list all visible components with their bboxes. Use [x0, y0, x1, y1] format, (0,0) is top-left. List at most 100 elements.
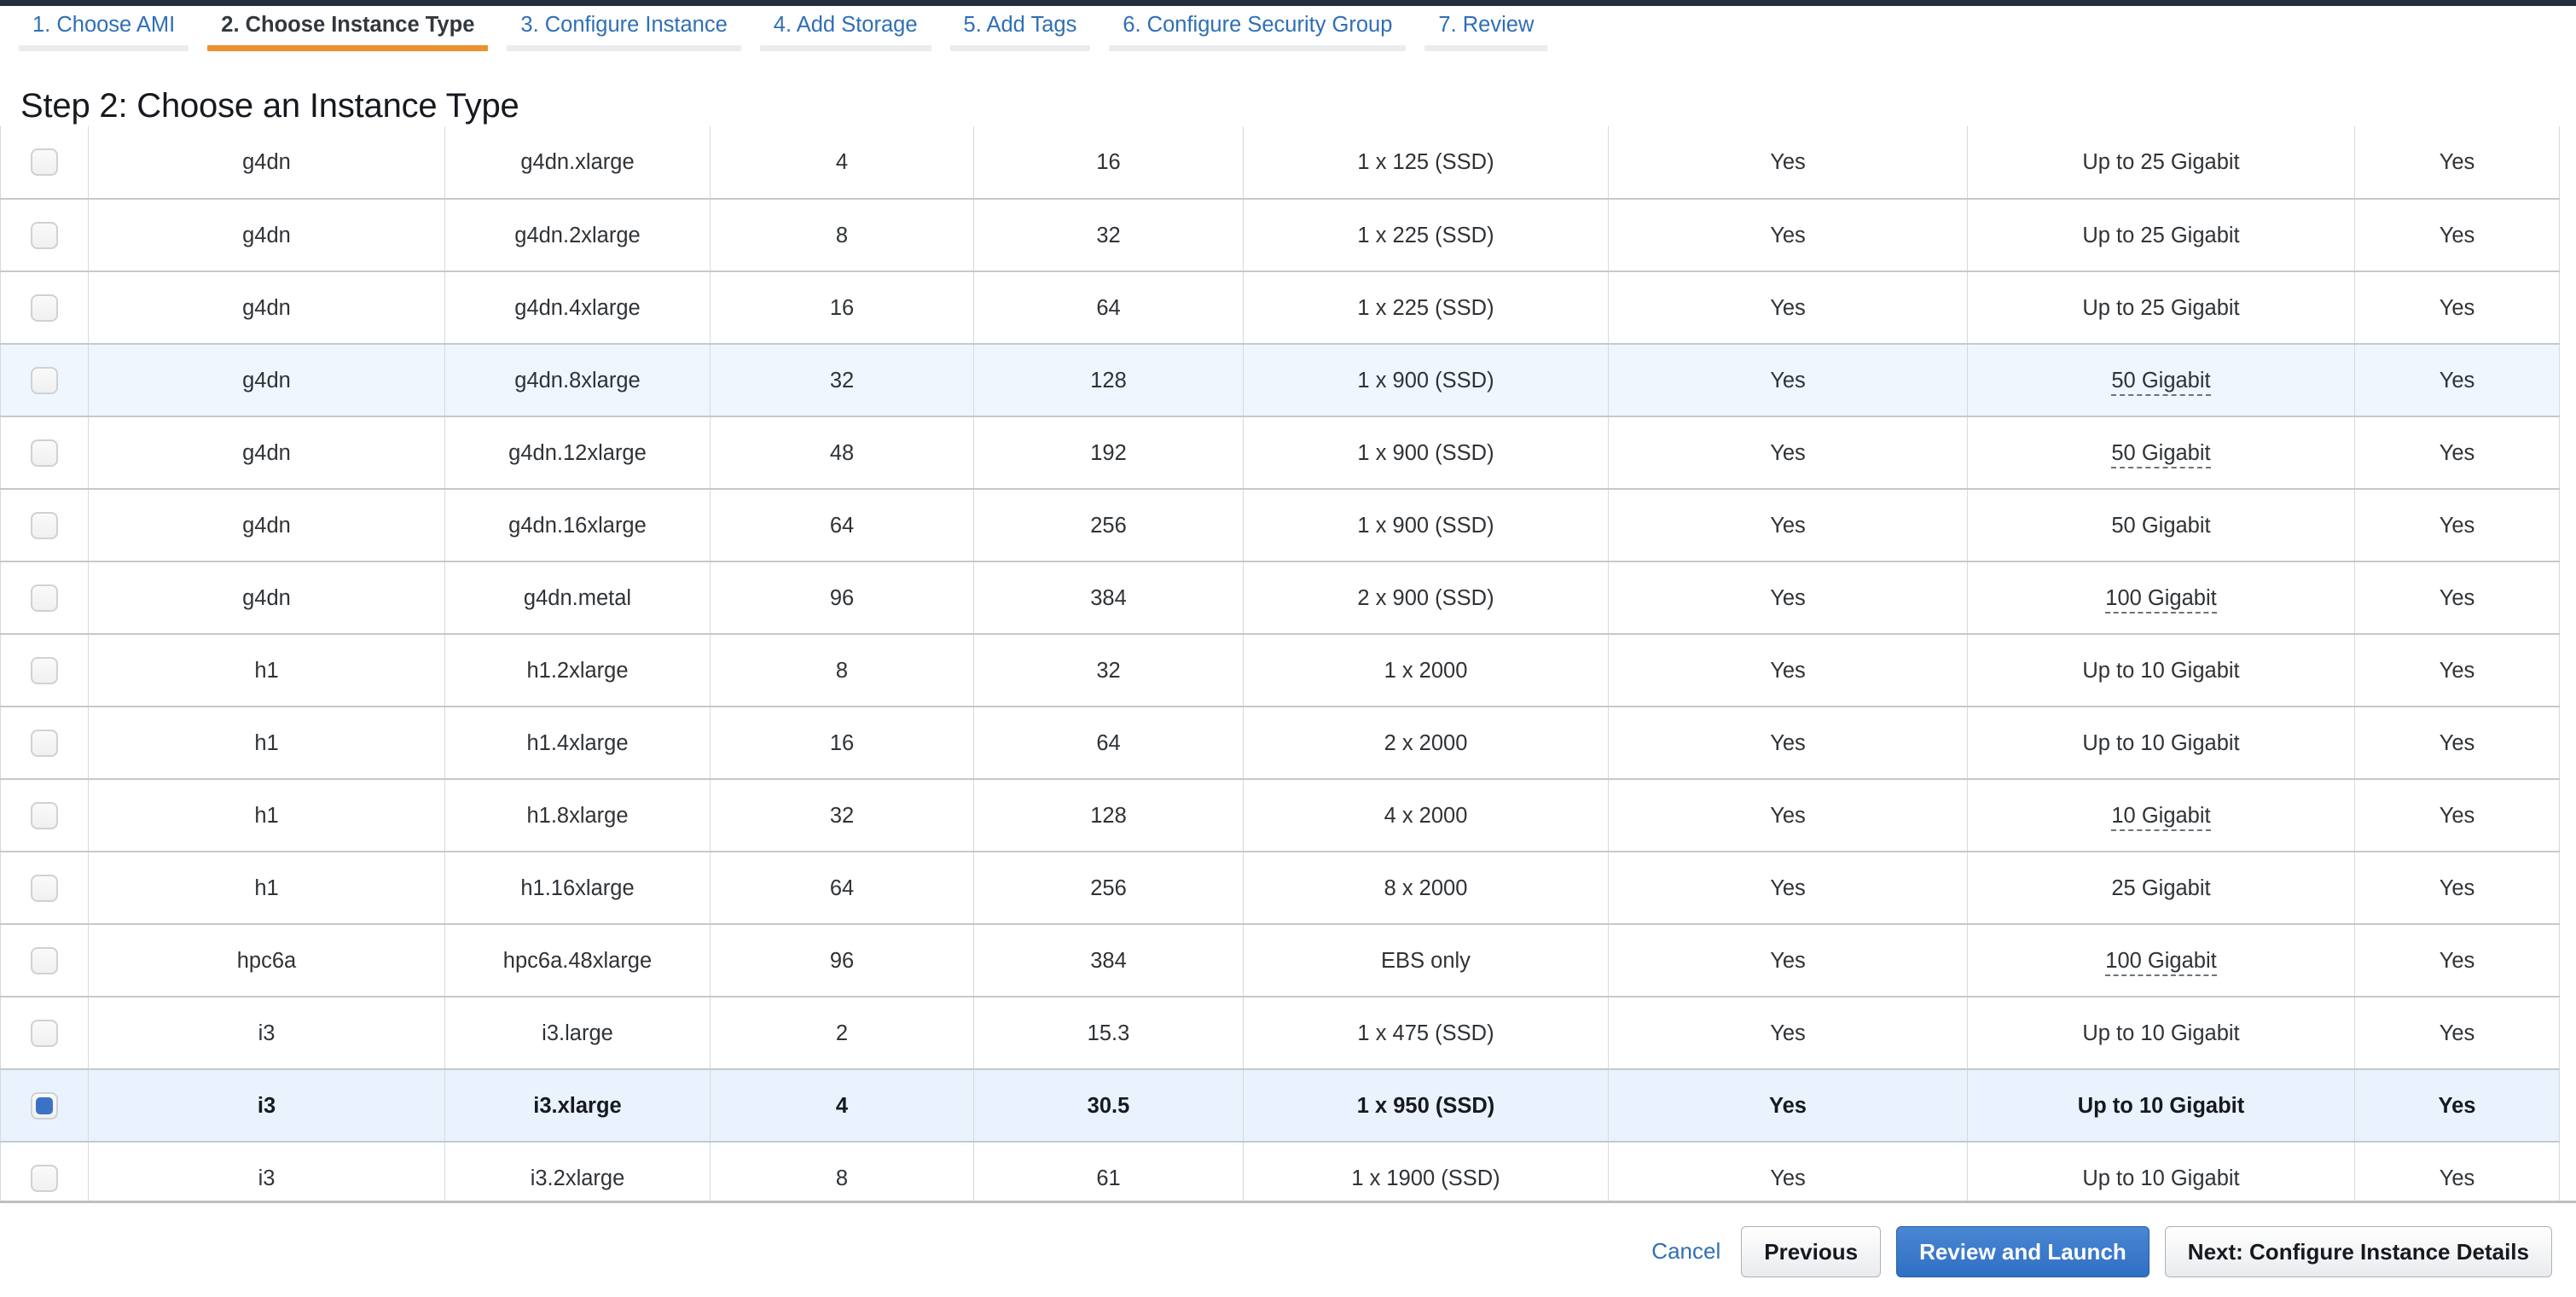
cell-ipv6-support: Yes — [2354, 199, 2560, 272]
cell-instance-storage: 1 x 900 (SSD) — [1243, 344, 1609, 417]
cell-network-performance: 100 Gigabit — [1967, 924, 2355, 997]
instance-type-radio[interactable] — [31, 511, 58, 539]
instance-type-radio[interactable] — [31, 874, 58, 902]
cell-network-performance: Up to 25 Gigabit — [1967, 199, 2355, 272]
cell-select[interactable] — [0, 271, 89, 345]
instance-type-radio[interactable] — [31, 439, 58, 467]
wizard-step-indicator — [1109, 45, 1407, 51]
cell-type: i3.2xlarge — [444, 1142, 711, 1201]
cell-instance-storage: 1 x 900 (SSD) — [1243, 416, 1609, 490]
cell-select[interactable] — [0, 126, 89, 200]
table-row[interactable]: h1 h1.4xlarge 16 64 2 x 2000 Yes Up to 10 Giga… — [0, 707, 2560, 780]
table-row[interactable]: g4dn g4dn.12xlarge 48 192 1 x 900 (SSD) Yes 50… — [0, 416, 2560, 490]
instance-type-radio[interactable] — [31, 366, 58, 394]
cell-type: h1.4xlarge — [444, 707, 711, 780]
instance-type-radio[interactable] — [31, 148, 58, 177]
cell-select[interactable] — [0, 1069, 89, 1143]
table-row[interactable]: hpc6a hpc6a.48xlarge 96 384 EBS only Yes 100 G… — [0, 924, 2560, 997]
instance-type-radio[interactable] — [31, 729, 58, 757]
instance-type-radio[interactable] — [31, 1164, 58, 1192]
table-row[interactable]: g4dn g4dn.4xlarge 16 64 1 x 225 (SSD) Yes Up t… — [0, 271, 2560, 345]
wizard-step-nav: 1. Choose AMI 2. Choose Instance Type 3. C… — [0, 6, 2576, 67]
cell-instance-storage: 1 x 225 (SSD) — [1243, 199, 1609, 272]
cell-family: g4dn — [88, 416, 445, 490]
cell-select[interactable] — [0, 561, 89, 635]
wizard-step-indicator — [19, 45, 189, 51]
cell-select[interactable] — [0, 707, 89, 780]
cell-type: g4dn.xlarge — [444, 126, 711, 200]
table-row[interactable]: i3 i3.xlarge 4 30.5 1 x 950 (SSD) Yes Up to 10… — [0, 1069, 2560, 1143]
network-performance-tooltip-text[interactable]: 100 Gigabit — [2105, 948, 2217, 976]
table-row[interactable]: h1 h1.2xlarge 8 32 1 x 2000 Yes Up to 10 Gigab… — [0, 634, 2560, 707]
instance-type-radio[interactable] — [31, 801, 58, 829]
table-row[interactable]: h1 h1.8xlarge 32 128 4 x 2000 Yes 10 Gigabit Ye… — [0, 779, 2560, 852]
instance-type-table-viewport[interactable]: g4dn g4dn.xlarge 4 16 1 x 125 (SSD) Yes Up to … — [0, 126, 2576, 1203]
network-performance-tooltip-text[interactable]: 100 Gigabit — [2105, 585, 2217, 614]
wizard-step-2[interactable]: 2. Choose Instance Type — [207, 6, 489, 51]
cell-select[interactable] — [0, 997, 89, 1070]
cancel-link[interactable]: Cancel — [1651, 1238, 1720, 1265]
cell-vcpus: 64 — [710, 852, 974, 925]
wizard-step-4[interactable]: 4. Add Storage — [759, 6, 931, 51]
instance-type-radio[interactable] — [31, 946, 58, 974]
cell-type: h1.8xlarge — [444, 779, 711, 852]
table-row[interactable]: g4dn g4dn.16xlarge 64 256 1 x 900 (SSD) Yes 50… — [0, 489, 2560, 562]
table-row[interactable]: g4dn g4dn.xlarge 4 16 1 x 125 (SSD) Yes Up to … — [0, 126, 2560, 200]
wizard-step-5[interactable]: 5. Add Tags — [949, 6, 1091, 51]
instance-type-radio[interactable] — [31, 656, 58, 684]
cell-ebs-optimized: Yes — [1608, 634, 1968, 707]
network-performance-tooltip-text[interactable]: 10 Gigabit — [2111, 803, 2211, 831]
cell-select[interactable] — [0, 852, 89, 925]
cell-ipv6-support: Yes — [2354, 1069, 2560, 1143]
cell-memory: 256 — [973, 852, 1244, 925]
cell-select[interactable] — [0, 199, 89, 272]
cell-ipv6-support: Yes — [2354, 344, 2560, 417]
instance-type-radio[interactable] — [31, 1091, 58, 1120]
cell-select[interactable] — [0, 634, 89, 707]
wizard-step-1[interactable]: 1. Choose AMI — [19, 6, 189, 51]
table-row[interactable]: g4dn g4dn.8xlarge 32 128 1 x 900 (SSD) Yes 50 … — [0, 344, 2560, 417]
cell-family: g4dn — [88, 126, 445, 200]
review-and-launch-button[interactable]: Review and Launch — [1896, 1225, 2150, 1277]
cell-select[interactable] — [0, 779, 89, 852]
table-row[interactable]: i3 i3.large 2 15.3 1 x 475 (SSD) Yes Up to 10 … — [0, 997, 2560, 1070]
wizard-step-7[interactable]: 7. Review — [1424, 6, 1548, 51]
instance-type-radio[interactable] — [31, 1019, 58, 1047]
wizard-step-label: 2. Choose Instance Type — [221, 13, 475, 37]
wizard-step-label: 5. Add Tags — [963, 13, 1077, 37]
network-performance-tooltip-text[interactable]: 50 Gigabit — [2111, 440, 2211, 468]
cell-network-performance: Up to 25 Gigabit — [1967, 271, 2355, 345]
instance-type-radio[interactable] — [31, 294, 58, 322]
instance-type-radio[interactable] — [31, 584, 58, 612]
cell-select[interactable] — [0, 416, 89, 490]
cell-family: hpc6a — [88, 924, 445, 997]
previous-button[interactable]: Previous — [1741, 1225, 1882, 1277]
table-row[interactable]: i3 i3.2xlarge 8 61 1 x 1900 (SSD) Yes Up to 10… — [0, 1142, 2560, 1201]
table-row[interactable]: g4dn g4dn.2xlarge 8 32 1 x 225 (SSD) Yes Up to… — [0, 199, 2560, 272]
table-row[interactable]: g4dn g4dn.metal 96 384 2 x 900 (SSD) Yes 100 G… — [0, 561, 2560, 635]
cell-select[interactable] — [0, 344, 89, 417]
wizard-step-6[interactable]: 6. Configure Security Group — [1109, 6, 1407, 51]
wizard-step-3[interactable]: 3. Configure Instance — [507, 6, 741, 51]
cell-network-performance: 25 Gigabit — [1967, 852, 2355, 925]
cell-select[interactable] — [0, 924, 89, 997]
cell-network-performance: Up to 10 Gigabit — [1967, 634, 2355, 707]
cell-vcpus: 2 — [710, 997, 974, 1070]
cell-select[interactable] — [0, 489, 89, 562]
cell-memory: 15.3 — [973, 997, 1244, 1070]
cell-family: h1 — [88, 707, 445, 780]
network-performance-tooltip-text[interactable]: 50 Gigabit — [2111, 368, 2211, 396]
cell-type: i3.xlarge — [444, 1069, 711, 1143]
cell-instance-storage: 1 x 125 (SSD) — [1243, 126, 1609, 200]
cell-ipv6-support: Yes — [2354, 852, 2560, 925]
cell-ebs-optimized: Yes — [1608, 126, 1968, 200]
instance-type-radio[interactable] — [31, 221, 58, 249]
cell-type: g4dn.16xlarge — [444, 489, 711, 562]
next-configure-instance-details-button[interactable]: Next: Configure Instance Details — [2164, 1225, 2552, 1277]
cell-instance-storage: 1 x 2000 — [1243, 634, 1609, 707]
cell-select[interactable] — [0, 1142, 89, 1201]
table-row[interactable]: h1 h1.16xlarge 64 256 8 x 2000 Yes 25 Gigabit Y… — [0, 852, 2560, 925]
cell-type: g4dn.2xlarge — [444, 199, 711, 272]
cell-network-performance: 100 Gigabit — [1967, 561, 2355, 635]
wizard-step-label: 1. Choose AMI — [32, 13, 176, 37]
